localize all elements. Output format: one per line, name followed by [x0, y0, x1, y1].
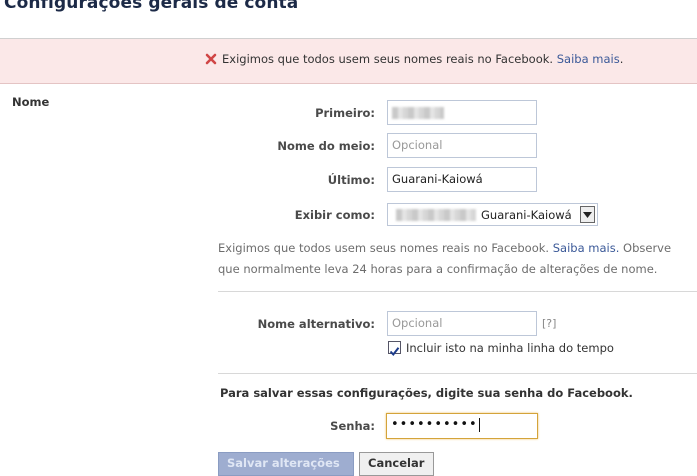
help-learn-more-link[interactable]: Saiba mais.: [553, 241, 620, 255]
display-as-value: Guarani-Kaiowá: [481, 208, 572, 222]
help-question-link[interactable]: [?]: [542, 317, 556, 330]
divider: [218, 291, 697, 292]
alternate-name-label: Nome alternativo:: [257, 317, 375, 331]
save-changes-button[interactable]: Salvar alterações: [218, 452, 354, 476]
last-name-input[interactable]: Guarani-Kaiowá: [387, 167, 537, 192]
page-title: Configurações gerais de conta: [4, 0, 299, 13]
password-masked-value: ••••••••••: [391, 417, 478, 432]
first-name-input[interactable]: [387, 100, 537, 125]
alert-text: Exigimos que todos usem seus nomes reais…: [222, 52, 554, 66]
checkmark-icon: [389, 347, 400, 357]
divider: [218, 373, 697, 374]
help-text-1: Exigimos que todos usem seus nomes reais…: [218, 241, 550, 255]
password-input[interactable]: ••••••••••: [386, 413, 538, 439]
middle-name-label: Nome do meio:: [277, 139, 375, 153]
alert-learn-more-link[interactable]: Saiba mais: [557, 52, 620, 66]
section-label-name: Nome: [12, 95, 50, 109]
alternate-name-input[interactable]: Opcional: [387, 311, 537, 336]
alert-banner: Exigimos que todos usem seus nomes reais…: [0, 39, 697, 84]
alert-message: Exigimos que todos usem seus nomes reais…: [222, 52, 623, 66]
dropdown-arrow-icon[interactable]: [580, 206, 595, 223]
redacted-text: [396, 209, 476, 221]
password-prompt: Para salvar essas configurações, digite …: [220, 386, 633, 400]
redacted-text: [392, 106, 444, 119]
timeline-checkbox[interactable]: [388, 341, 401, 357]
error-x-icon: [205, 53, 217, 65]
cancel-button[interactable]: Cancelar: [359, 452, 434, 476]
timeline-checkbox-label: Incluir isto na minha linha do tempo: [406, 341, 614, 355]
display-as-label: Exibir como:: [294, 208, 375, 222]
name-help-text: Exigimos que todos usem seus nomes reais…: [218, 238, 696, 280]
text-caret: [478, 417, 480, 432]
first-name-label: Primeiro:: [315, 106, 375, 120]
middle-name-input[interactable]: Opcional: [387, 133, 537, 158]
password-label: Senha:: [330, 419, 375, 433]
last-name-label: Último:: [327, 173, 375, 187]
display-as-select[interactable]: Guarani-Kaiowá: [387, 203, 598, 226]
alert-period: .: [619, 52, 624, 66]
